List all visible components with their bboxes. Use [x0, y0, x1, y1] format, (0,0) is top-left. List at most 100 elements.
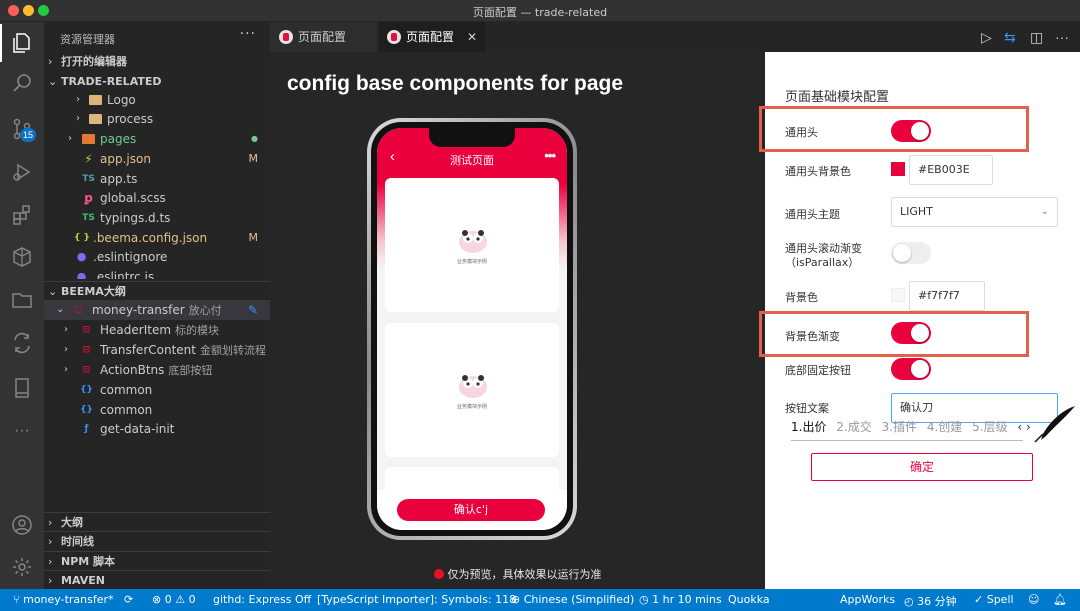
ime-candidate-bar: 1.出价 2.成交 3.插件 4.创建 5.层级 ‹ › [791, 418, 1061, 442]
git-branch[interactable]: ⑂ money-transfer* [13, 593, 114, 606]
fixed-button-switch[interactable] [891, 358, 931, 380]
book-icon[interactable] [0, 369, 44, 407]
ime-candidate[interactable]: 4.创建 [927, 420, 962, 434]
remote-icon[interactable] [0, 324, 44, 362]
time-tracker[interactable]: ◷ 1 hr 10 mins [639, 593, 722, 606]
chevron-right-icon: › [64, 324, 68, 335]
folder-icon[interactable] [0, 281, 44, 319]
section-workspace[interactable]: ⌄ TRADE-RELATED [44, 72, 270, 92]
outline-item-common[interactable]: {} common [44, 400, 270, 420]
edit-icon[interactable]: ✎ [248, 300, 258, 320]
tree-item-typings[interactable]: TS typings.d.ts [44, 208, 270, 228]
extensions-icon[interactable] [0, 196, 44, 234]
chevron-right-icon: › [48, 55, 53, 68]
run-icon[interactable]: ▷ [981, 29, 992, 46]
submit-button[interactable]: 确定 [811, 453, 1033, 481]
tree-item-logo[interactable]: › Logo [44, 90, 270, 110]
appworks-status[interactable]: AppWorks [840, 593, 895, 606]
split-editor-icon[interactable]: ◫ [1030, 29, 1043, 46]
ime-candidate[interactable]: 3.插件 [882, 420, 917, 434]
bg-swatch[interactable] [891, 288, 905, 302]
ime-candidate[interactable]: 5.层级 [972, 420, 1007, 434]
tab-page-config-2[interactable]: 页面配置 ✕ [379, 22, 485, 52]
header-switch[interactable] [891, 120, 931, 142]
problems-indicator[interactable]: ⊗ 0 ⚠ 0 [152, 593, 196, 606]
json-braces-icon: { } [74, 233, 90, 243]
tree-item-app-json[interactable]: ⚡ app.json M [44, 149, 270, 169]
parallax-sub-label: （isParallax） [785, 256, 860, 269]
tree-item-app-ts[interactable]: TS app.ts [44, 169, 270, 189]
ts-importer-status[interactable]: [TypeScript Importer]: Symbols: 118 [317, 593, 516, 606]
tree-item-beema-config[interactable]: { } .beema.config.json M [44, 228, 270, 248]
header-bg-input[interactable]: #EB003E [909, 155, 993, 185]
section-open-editors[interactable]: › 打开的编辑器 [44, 52, 270, 72]
section-timeline[interactable]: › 时间线 [44, 531, 270, 551]
tree-item-global-scss[interactable]: ꝑ global.scss [44, 188, 270, 208]
outline-item-get-data-init[interactable]: ƒ get-data-init [44, 419, 270, 439]
preview-heading: config base components for page [287, 72, 624, 95]
gradient-switch[interactable] [891, 322, 931, 344]
more-actions-icon[interactable]: ··· [240, 26, 256, 42]
editor-tabs: 页面配置 页面配置 ✕ ▷ ⇆ ◫ ··· [270, 22, 1080, 52]
duration-status[interactable]: ◴ 36 分钟 [904, 593, 957, 609]
feedback-icon[interactable]: ☺ [1028, 593, 1039, 606]
bg-input[interactable]: #f7f7f7 [909, 281, 985, 311]
section-beema-outline[interactable]: ⌄ BEEMA大纲 [44, 281, 270, 301]
explorer-icon[interactable] [0, 24, 44, 62]
scss-file-icon: ꝑ [84, 191, 93, 205]
section-npm-scripts[interactable]: › NPM 脚本 [44, 551, 270, 571]
eslint-file-icon: ● [76, 250, 87, 263]
header-bg-label: 通用头背景色 [785, 165, 851, 178]
ime-candidate[interactable]: 2.成交 [836, 420, 871, 434]
phone-bottom-bar: 确认c'j [377, 490, 567, 530]
page-icon: ▢ [74, 305, 83, 315]
sync-icon[interactable]: ⇆ [1004, 29, 1016, 46]
tab-page-config-1[interactable]: 页面配置 [270, 22, 378, 52]
settings-gear-icon[interactable] [0, 548, 44, 586]
section-outline[interactable]: › 大纲 [44, 512, 270, 532]
githd-status[interactable]: githd: Express Off [213, 593, 311, 606]
search-icon[interactable] [0, 64, 44, 102]
more-icon[interactable]: ··· [0, 412, 44, 450]
confirm-button[interactable]: 确认c'j [397, 499, 545, 521]
quokka-status[interactable]: Quokka [728, 593, 770, 606]
theme-select[interactable]: LIGHT ⌄ [891, 197, 1058, 227]
panda-illustration [459, 375, 487, 398]
fixed-button-label: 底部固定按钮 [785, 364, 851, 377]
spell-status[interactable]: ✓ Spell [974, 593, 1014, 606]
account-icon[interactable] [0, 506, 44, 544]
notifications-bell-icon[interactable]: 🔔︎ [1053, 593, 1067, 606]
chevron-right-icon[interactable]: ‹ › [1017, 420, 1030, 434]
tree-item-eslintrc[interactable]: ● .eslintrc.js [44, 267, 270, 279]
theme-label: 通用头主题 [785, 208, 840, 221]
parallax-switch[interactable] [891, 242, 931, 264]
language-status[interactable]: ⊕ Chinese (Simplified) [511, 593, 634, 606]
run-debug-icon[interactable] [0, 153, 44, 191]
outline-item-transfercontent[interactable]: › ⊡ TransferContent 金额划转流程 [44, 340, 270, 360]
eslint-file-icon: ● [76, 270, 87, 280]
json-file-icon: ⚡ [84, 152, 93, 166]
module-card: 业务模块示例 [385, 323, 559, 457]
tree-item-pages[interactable]: › pages ● [44, 129, 270, 149]
module-icon: ⊡ [82, 325, 91, 335]
section-maven[interactable]: › MAVEN [44, 570, 270, 589]
beema-icon[interactable] [0, 238, 44, 276]
button-text-label: 按钮文案 [785, 402, 829, 415]
more-dots-icon[interactable]: ••• [544, 148, 556, 163]
outline-item-common[interactable]: {} common [44, 380, 270, 400]
phone-screen: ‹ 测试页面 ••• 业务模块示例 业务模块示例 确认c'j [377, 128, 567, 530]
outline-item-money-transfer[interactable]: ⌄ ▢ money-transfer 放心付 ✎ [44, 300, 270, 320]
outline-item-headeritem[interactable]: › ⊡ HeaderItem 标的模块 [44, 320, 270, 340]
ime-candidate[interactable]: 1.出价 [791, 420, 826, 434]
header-bg-swatch[interactable] [891, 162, 905, 176]
function-icon: ƒ [84, 424, 89, 434]
sync-status-icon[interactable]: ⟳ [124, 593, 133, 606]
module-icon: ⊡ [82, 345, 91, 355]
folder-icon [89, 95, 102, 105]
outline-item-actionbtns[interactable]: › ⊡ ActionBtns 底部按钮 [44, 360, 270, 380]
tree-item-eslintignore[interactable]: ● .eslintignore [44, 247, 270, 267]
more-actions-icon[interactable]: ··· [1055, 29, 1069, 45]
tree-item-process[interactable]: › process [44, 109, 270, 129]
window-title: 页面配置 — trade-related [472, 6, 608, 19]
close-tab-icon[interactable]: ✕ [467, 22, 477, 52]
